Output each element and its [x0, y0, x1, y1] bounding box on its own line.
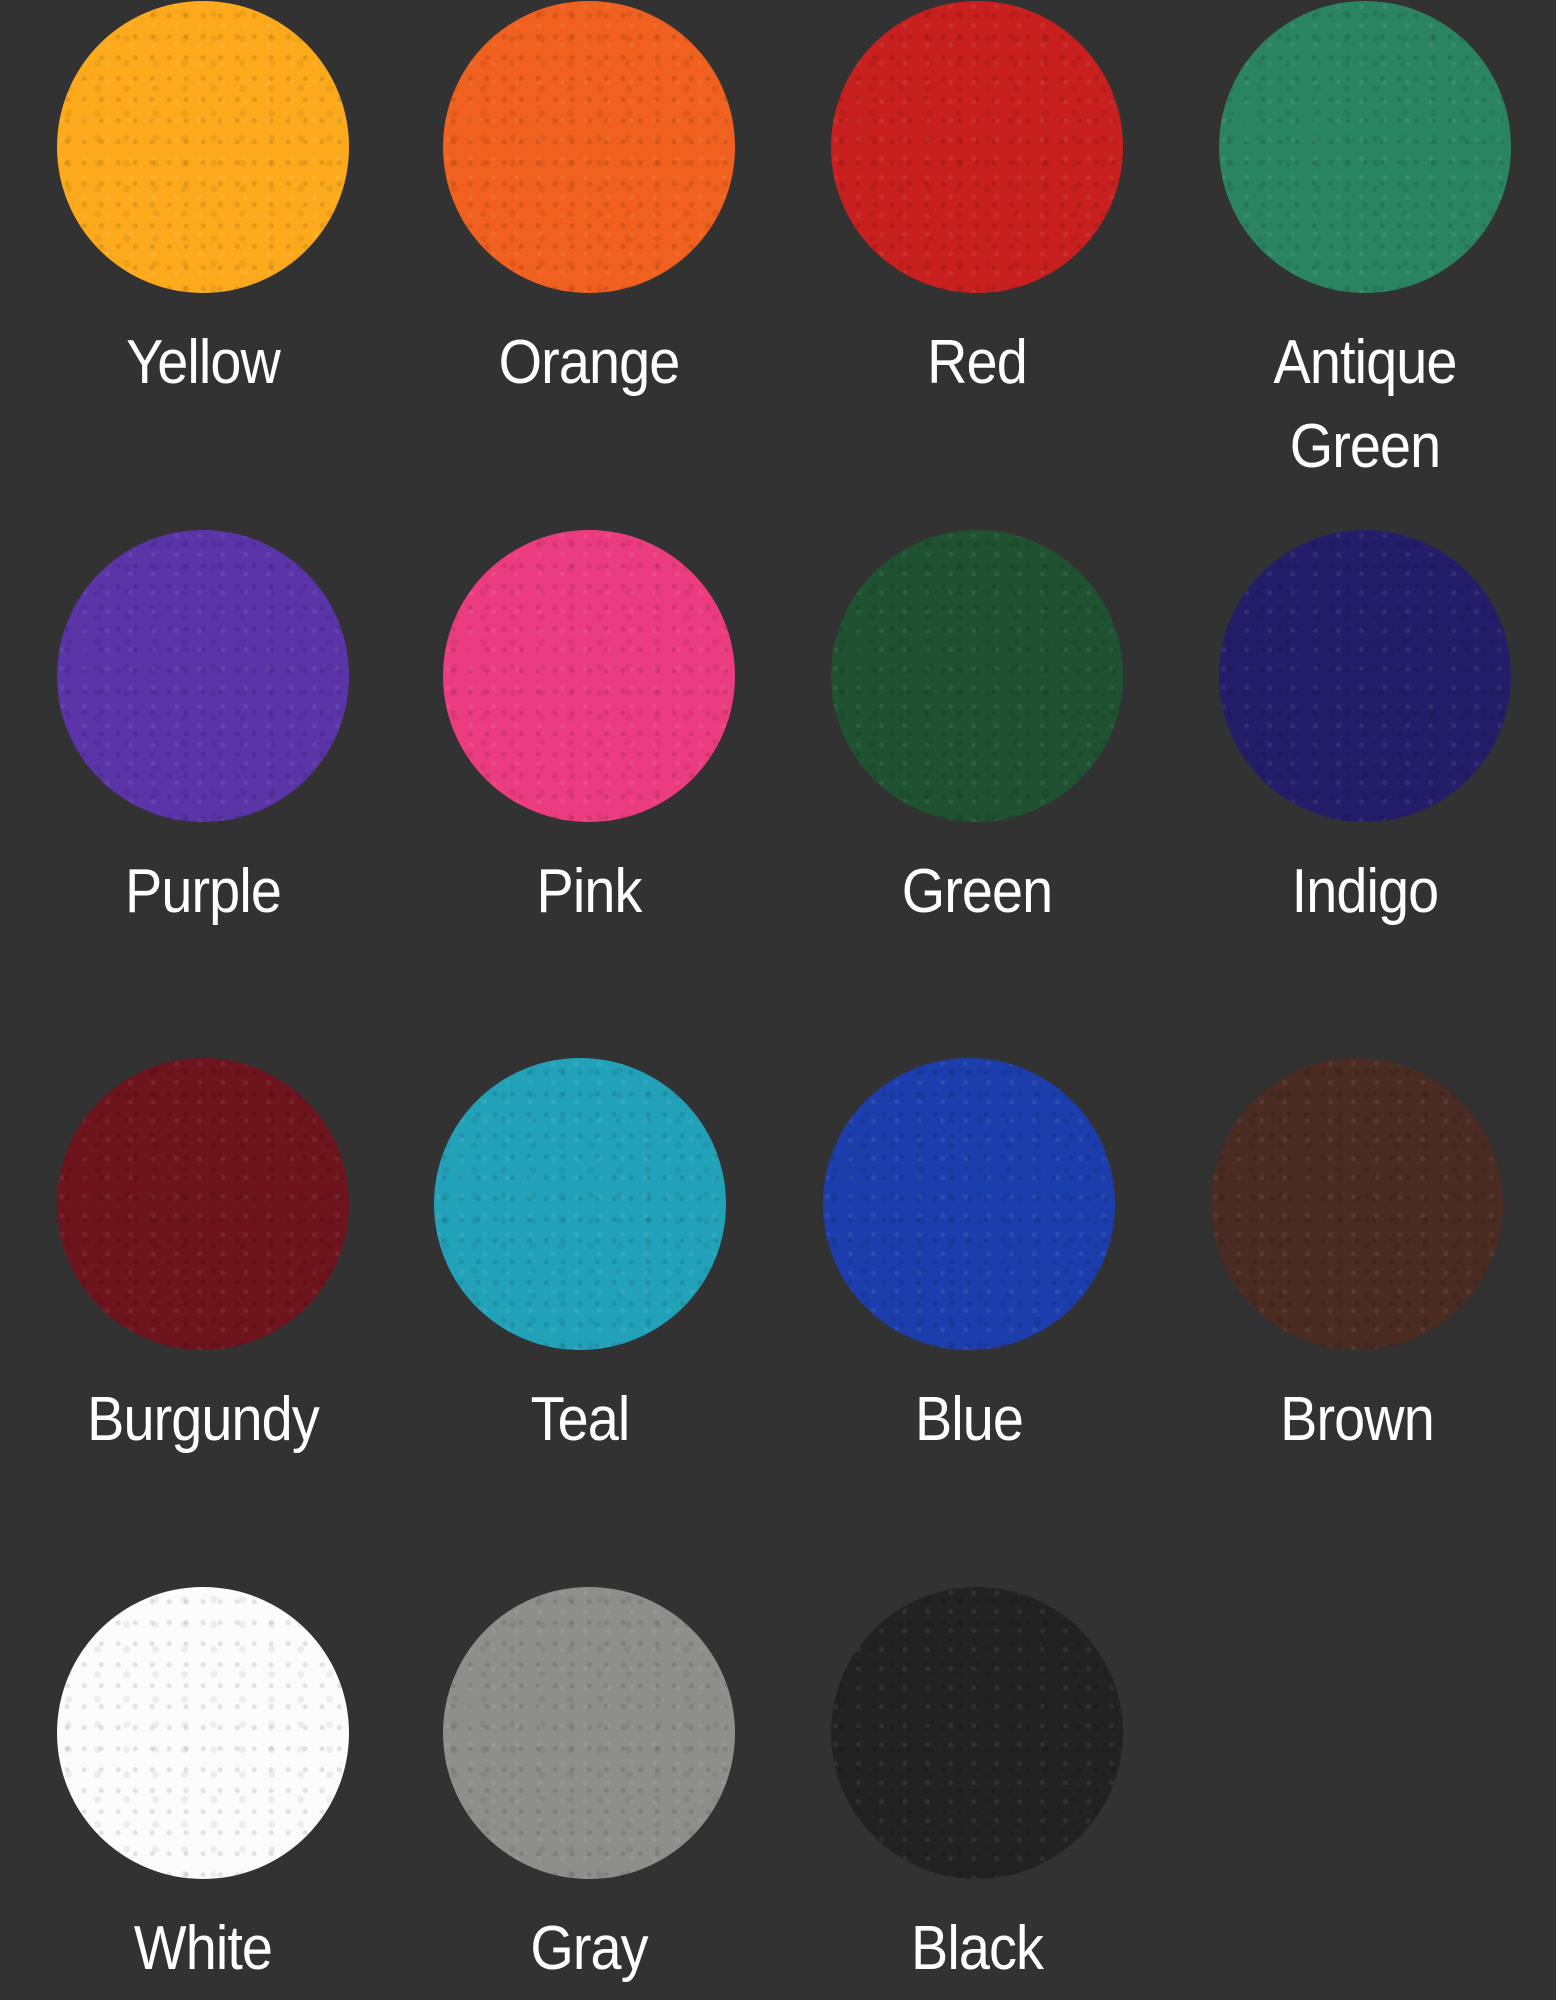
swatch-label-pink: Pink	[536, 857, 643, 926]
swatch-label-purple: Purple	[125, 857, 282, 926]
swatch-label-yellow: Yellow	[126, 328, 281, 397]
swatch-gray: Gray	[394, 1587, 784, 1991]
swatch-burgundy: Burgundy	[8, 1058, 398, 1462]
color-circle-white	[57, 1587, 349, 1879]
swatch-pink: Pink	[394, 530, 784, 934]
swatch-label-antique-green: Antique Green	[1273, 328, 1458, 481]
swatch-label-gray: Gray	[530, 1914, 648, 1983]
swatch-label-burgundy: Burgundy	[87, 1385, 320, 1454]
color-circle-orange	[443, 1, 735, 293]
swatch-label-indigo: Indigo	[1291, 857, 1440, 926]
swatch-white: White	[8, 1587, 398, 1991]
swatch-orange: Orange	[394, 1, 784, 405]
swatch-indigo: Indigo	[1170, 530, 1556, 934]
swatch-antique-green: Antique Green	[1170, 1, 1556, 489]
swatch-label-red: Red	[927, 328, 1028, 397]
swatch-blue: Blue	[774, 1058, 1164, 1462]
swatch-black: Black	[782, 1587, 1172, 1991]
color-circle-gray	[443, 1587, 735, 1879]
color-circle-pink	[443, 530, 735, 822]
color-circle-teal	[434, 1058, 726, 1350]
swatch-label-brown: Brown	[1280, 1385, 1435, 1454]
swatch-label-black: Black	[911, 1914, 1044, 1983]
color-circle-blue	[823, 1058, 1115, 1350]
swatch-label-blue: Blue	[914, 1385, 1024, 1454]
swatch-purple: Purple	[8, 530, 398, 934]
swatch-label-white: White	[133, 1914, 273, 1983]
color-circle-black	[831, 1587, 1123, 1879]
swatch-brown: Brown	[1162, 1058, 1552, 1462]
color-circle-purple	[57, 530, 349, 822]
color-circle-burgundy	[57, 1058, 349, 1350]
swatch-red: Red	[782, 1, 1172, 405]
color-circle-yellow	[57, 1, 349, 293]
swatch-label-teal: Teal	[530, 1385, 631, 1454]
color-circle-indigo	[1219, 530, 1511, 822]
color-circle-green	[831, 530, 1123, 822]
color-circle-brown	[1211, 1058, 1503, 1350]
color-circle-antique-green	[1219, 1, 1511, 293]
swatch-green: Green	[782, 530, 1172, 934]
swatch-label-orange: Orange	[498, 328, 681, 397]
swatch-yellow: Yellow	[8, 1, 398, 405]
swatch-teal: Teal	[385, 1058, 775, 1462]
swatch-label-green: Green	[901, 857, 1053, 926]
color-circle-red	[831, 1, 1123, 293]
